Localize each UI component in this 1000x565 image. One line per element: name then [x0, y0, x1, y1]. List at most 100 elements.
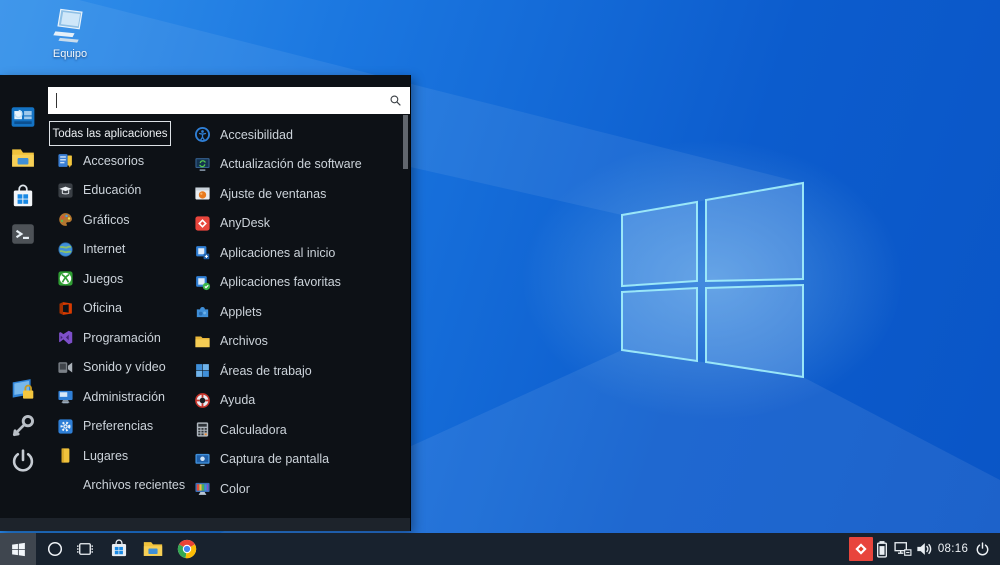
search-input[interactable] — [48, 87, 389, 114]
category-label: Internet — [83, 242, 126, 257]
favorite-apps-icon — [194, 274, 211, 291]
tray-volume[interactable] — [913, 537, 935, 561]
search-box[interactable] — [48, 87, 410, 114]
app-item-archivos[interactable]: Archivos — [185, 327, 400, 357]
category-list: Accesorios Educación Gráficos Internet Juego… — [48, 146, 185, 500]
category-label: Archivos recientes — [83, 478, 186, 493]
sidebar-button-terminal[interactable] — [9, 220, 37, 248]
app-item-aplicaciones-al-inicio[interactable]: Aplicaciones al inicio — [185, 238, 400, 268]
workspaces-icon — [194, 362, 211, 379]
taskbar-button-start[interactable] — [0, 533, 36, 565]
app-item-ayuda[interactable]: Ayuda — [185, 386, 400, 416]
category-label: Gráficos — [83, 212, 130, 227]
app-label: Archivos — [220, 334, 268, 349]
menu-footer — [0, 518, 410, 531]
app-item-calculadora[interactable]: Calculadora — [185, 415, 400, 445]
app-item-accesibilidad[interactable]: Accesibilidad — [185, 120, 400, 150]
app-item-actualizacion-de-software[interactable]: Actualización de software — [185, 150, 400, 180]
app-label: Ajuste de ventanas — [220, 186, 327, 201]
software-update-icon — [194, 156, 211, 173]
sound-video-icon — [57, 359, 74, 376]
tray-anydesk-tray[interactable] — [849, 537, 873, 561]
app-item-applets[interactable]: Applets — [185, 297, 400, 327]
education-icon — [57, 182, 74, 199]
category-item-internet[interactable]: Internet — [48, 235, 185, 265]
chrome-icon — [176, 538, 198, 560]
battery-icon — [872, 539, 892, 559]
taskbar-button-cortana[interactable] — [40, 533, 70, 565]
taskbar-button-store[interactable] — [103, 533, 135, 565]
administration-icon — [57, 388, 74, 405]
text-caret — [56, 93, 57, 108]
category-item-lugares[interactable]: Lugares — [48, 441, 185, 471]
calculator-icon — [194, 421, 211, 438]
software-manager-icon — [10, 104, 36, 130]
desktop-icon-equipo[interactable]: Equipo — [36, 6, 104, 62]
network-icon — [893, 539, 913, 559]
app-item-captura-de-pantalla[interactable]: Captura de pantalla — [185, 445, 400, 475]
preferences-icon — [57, 418, 74, 435]
search-icon — [389, 94, 402, 107]
sidebar-button-logout[interactable] — [9, 412, 37, 440]
category-item-oficina[interactable]: Oficina — [48, 294, 185, 324]
taskbar-button-file-explorer[interactable] — [137, 533, 169, 565]
files-icon — [10, 145, 36, 171]
anydesk-tray-icon — [852, 540, 870, 558]
category-label: Lugares — [83, 448, 129, 463]
files-app-icon — [194, 333, 211, 350]
color-icon — [194, 480, 211, 497]
sidebar-button-file-manager[interactable] — [9, 144, 37, 172]
taskbar-button-power[interactable] — [968, 533, 996, 565]
app-label: Aplicaciones favoritas — [220, 275, 341, 290]
category-label: Preferencias — [83, 419, 154, 434]
scrollbar-thumb[interactable] — [403, 115, 408, 169]
office-icon — [57, 300, 74, 317]
category-item-educacion[interactable]: Educación — [48, 176, 185, 206]
app-label: Captura de pantalla — [220, 452, 330, 467]
graphics-icon — [57, 211, 74, 228]
power-icon — [10, 448, 36, 474]
app-label: Áreas de trabajo — [220, 363, 312, 378]
app-label: Color — [220, 481, 250, 496]
app-label: Ayuda — [220, 393, 256, 408]
applets-icon — [194, 303, 211, 320]
accessibility-icon — [194, 126, 211, 143]
category-item-preferencias[interactable]: Preferencias — [48, 412, 185, 442]
app-item-color[interactable]: Color — [185, 474, 400, 504]
category-item-accesorios[interactable]: Accesorios — [48, 146, 185, 176]
category-item-graficos[interactable]: Gráficos — [48, 205, 185, 235]
category-item-administracion[interactable]: Administración — [48, 382, 185, 412]
app-item-aplicaciones-favoritas[interactable]: Aplicaciones favoritas — [185, 268, 400, 298]
all-applications-button[interactable]: Todas las aplicaciones — [49, 121, 171, 146]
games-icon — [57, 270, 74, 287]
category-label: Oficina — [83, 301, 122, 316]
taskbar-clock[interactable]: 08:16 — [936, 533, 970, 565]
taskbar-button-task-view[interactable] — [70, 533, 100, 565]
tray-battery[interactable] — [872, 537, 892, 561]
category-label: Accesorios — [83, 153, 145, 168]
app-item-areas-de-trabajo[interactable]: Áreas de trabajo — [185, 356, 400, 386]
lock-screen-icon — [10, 377, 36, 403]
taskbar-button-chrome[interactable] — [171, 533, 203, 565]
category-item-programacion[interactable]: Programación — [48, 323, 185, 353]
sidebar-button-lock-screen[interactable] — [9, 376, 37, 404]
sidebar-button-software-manager[interactable] — [9, 103, 37, 131]
app-item-anydesk[interactable]: AnyDesk — [185, 209, 400, 239]
application-list: Accesibilidad Actualización de software Aj… — [185, 120, 400, 504]
task-view-icon — [76, 540, 94, 558]
category-label: Programación — [83, 330, 161, 345]
tray-network[interactable] — [892, 537, 914, 561]
circle-icon — [46, 540, 64, 558]
sidebar-button-store[interactable] — [9, 183, 37, 211]
key-icon — [10, 413, 36, 439]
folder-taskbar-icon — [142, 538, 164, 560]
store-icon — [10, 184, 36, 210]
anydesk-icon — [194, 215, 211, 232]
category-item-juegos[interactable]: Juegos — [48, 264, 185, 294]
desktop-icon-label: Equipo — [52, 48, 88, 60]
app-item-ajuste-de-ventanas[interactable]: Ajuste de ventanas — [185, 179, 400, 209]
category-item-sonido-y-video[interactable]: Sonido y vídeo — [48, 353, 185, 383]
category-item-archivos-recientes[interactable]: Archivos recientes — [48, 471, 185, 501]
no-icon — [57, 477, 74, 494]
sidebar-button-shutdown[interactable] — [9, 447, 37, 475]
